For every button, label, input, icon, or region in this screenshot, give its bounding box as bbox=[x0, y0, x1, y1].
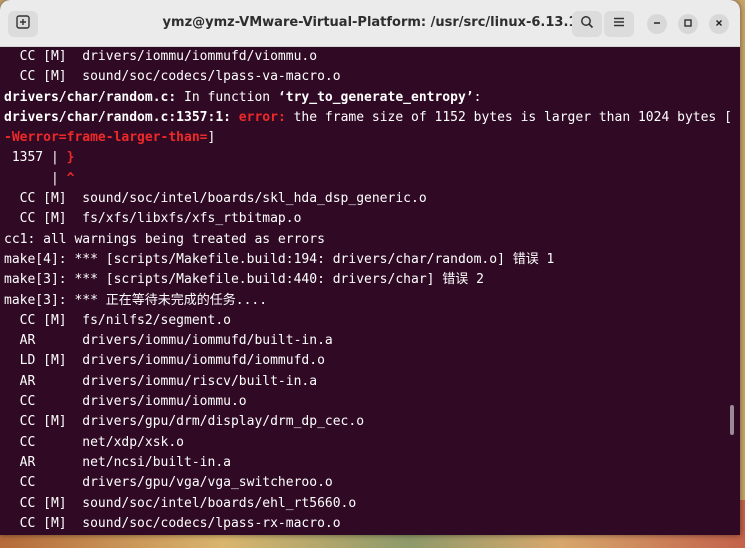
terminal-line: CC [M] drivers/iommu/iommufd/viommu.o bbox=[4, 49, 318, 64]
diag-message: the frame size of 1152 bytes is larger t… bbox=[285, 109, 730, 125]
terminal-line: make[3]: *** [scripts/Makefile.build:440… bbox=[4, 272, 484, 288]
terminal-line: make[3]: *** 正在等待未完成的任务.... bbox=[4, 292, 268, 308]
maximize-button[interactable] bbox=[678, 14, 698, 34]
terminal-line: make[4]: *** [scripts/Makefile.build:194… bbox=[4, 251, 555, 267]
terminal-scrollbar[interactable] bbox=[730, 405, 734, 435]
diag-caret: ^ bbox=[66, 170, 75, 186]
diagnostic-caret-line: | ^ bbox=[4, 169, 730, 189]
search-icon bbox=[580, 15, 594, 33]
terminal-line: AR drivers/iommu/riscv/built-in.a bbox=[4, 373, 318, 389]
terminal-line: CC drivers/gpu/vga/vga_switcheroo.o bbox=[4, 475, 333, 491]
terminal-line: AR net/ncsi/built-in.a bbox=[4, 454, 231, 470]
terminal-line: CC [M] sound/soc/codecs/lpass-rx-macro.o bbox=[4, 515, 341, 531]
terminal-line: LD [M] drivers/iommu/iommufd/iommufd.o bbox=[4, 353, 325, 369]
diag-function-name: ‘try_to_generate_entropy’ bbox=[277, 89, 474, 105]
window-title: ymz@ymz-VMware-Virtual-Platform: /usr/sr… bbox=[162, 15, 578, 30]
diag-line-number: 1357 | bbox=[4, 150, 67, 166]
terminal-line: CC [M] sound/soc/codecs/lpass-va-macro.o bbox=[4, 69, 341, 85]
search-button[interactable] bbox=[572, 11, 602, 37]
diag-flag-close: ] bbox=[207, 130, 216, 146]
new-tab-button[interactable] bbox=[8, 11, 38, 37]
menu-button[interactable] bbox=[604, 11, 634, 37]
terminal-line: CC drivers/iommu/iommu.o bbox=[4, 394, 247, 410]
minimize-icon bbox=[652, 18, 662, 31]
diag-source-brace: } bbox=[66, 150, 75, 166]
diagnostic-error-line: drivers/char/random.c:1357:1: error: the… bbox=[4, 108, 730, 128]
terminal-line: CC net/xdp/xsk.o bbox=[4, 434, 185, 450]
minimize-button[interactable] bbox=[647, 14, 667, 34]
diagnostic-flag-line: -Werror=frame-larger-than=] bbox=[4, 128, 730, 148]
diag-colon: : bbox=[473, 89, 482, 105]
diag-location: drivers/char/random.c:1357:1: bbox=[4, 109, 231, 125]
title-bar: ymz@ymz-VMware-Virtual-Platform: /usr/sr… bbox=[0, 0, 740, 47]
terminal-line: CC [M] drivers/gpu/drm/display/drm_dp_ce… bbox=[4, 414, 365, 430]
close-button[interactable] bbox=[709, 14, 729, 34]
hamburger-icon bbox=[613, 16, 625, 32]
terminal-line: cc1: all warnings being treated as error… bbox=[4, 231, 325, 247]
diag-gutter: | bbox=[4, 170, 67, 186]
terminal-line: CC [M] sound/soc/intel/boards/skl_hda_ds… bbox=[4, 191, 427, 207]
terminal-window: ymz@ymz-VMware-Virtual-Platform: /usr/sr… bbox=[0, 0, 740, 535]
terminal-line: CC [M] fs/nilfs2/segment.o bbox=[4, 312, 231, 328]
diagnostic-source-line: 1357 | } bbox=[4, 148, 730, 168]
diag-file: drivers/char/random.c: bbox=[4, 89, 177, 105]
terminal-output[interactable]: CC [M] drivers/iommu/iommufd/viommu.o CC… bbox=[0, 47, 730, 535]
terminal-line: AR drivers/iommu/iommufd/built-in.a bbox=[4, 333, 333, 349]
close-icon bbox=[714, 18, 724, 31]
diag-error-word: error: bbox=[230, 109, 286, 125]
diagnostic-header-line: drivers/char/random.c: In function ‘try_… bbox=[4, 88, 730, 108]
diag-in-function: In function bbox=[176, 89, 278, 105]
diag-flag: -Werror=frame-larger-than= bbox=[4, 130, 208, 146]
new-tab-icon bbox=[16, 15, 30, 33]
terminal-line: CC [M] sound/soc/intel/boards/ehl_rt5660… bbox=[4, 495, 357, 511]
terminal-line: CC [M] fs/xfs/libxfs/xfs_rtbitmap.o bbox=[4, 211, 302, 227]
maximize-icon bbox=[683, 18, 693, 31]
